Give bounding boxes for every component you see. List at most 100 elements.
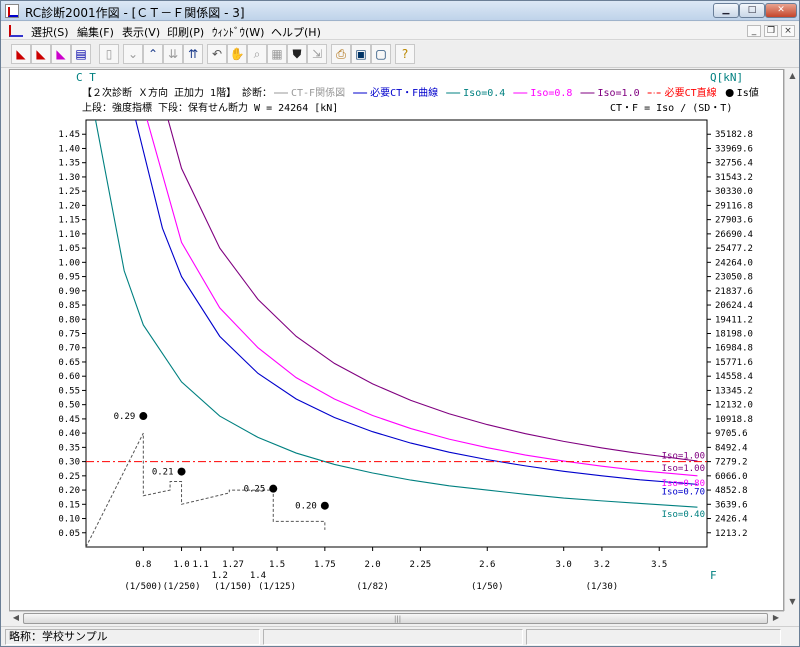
x-tick-label: 3.0 <box>556 560 572 570</box>
q-tick-label: 20624.4 <box>715 301 753 311</box>
chevron-down-icon[interactable]: ⌄ <box>123 44 143 64</box>
is-point-label: 0.20 <box>295 502 317 512</box>
scroll-up-icon[interactable]: ▲ <box>788 71 797 81</box>
mdi-close-button[interactable]: × <box>781 25 795 37</box>
q-tick-label: 35182.8 <box>715 130 753 140</box>
app-icon[interactable] <box>5 4 19 18</box>
chevron-up-icon[interactable]: ⌃ <box>143 44 163 64</box>
q-tick-label: 29116.8 <box>715 201 753 211</box>
q-tick-label: 23050.8 <box>715 273 753 283</box>
maximize-button[interactable]: □ <box>739 3 765 18</box>
q-tick-label: 32756.4 <box>715 159 753 169</box>
x-tick-label: 2.6 <box>479 560 495 570</box>
x-tick-label: 3.2 <box>594 560 610 570</box>
chart-legend: 診断： CT-F関係図 必要CT・F曲線 Iso=0.4 Iso=0.8 Iso=1.0 必… <box>242 86 759 99</box>
q-tick-label: 9705.6 <box>715 429 748 439</box>
menu-view[interactable]: 表示(V) <box>122 24 160 40</box>
double-chevron-down-icon[interactable]: ⇊ <box>163 44 183 64</box>
series-label: Iso=0.70 <box>662 487 705 497</box>
q-tick-label: 30330.0 <box>715 187 753 197</box>
chart-icon-1[interactable]: ◣ <box>11 44 31 64</box>
ct-f-chart: C T Q[kN] F 【２次診断 Ｘ方向 正加力 1階】 上段：強度指標 下段… <box>58 71 759 592</box>
grid-icon[interactable]: ▦ <box>267 44 287 64</box>
chart-formula: CT・F = Iso / (SD・T) <box>610 103 732 114</box>
is-point <box>177 467 186 476</box>
printer-icon[interactable]: ⎙ <box>331 44 351 64</box>
q-tick-label: 14558.4 <box>715 372 753 382</box>
y-tick-label: 0.25 <box>58 472 80 482</box>
status-panel-right <box>526 629 781 645</box>
y-tick-label: 1.25 <box>58 187 80 197</box>
q-tick-label: 1213.2 <box>715 529 748 539</box>
zoom-icon[interactable]: ⌕ <box>247 44 267 64</box>
y-tick-label: 0.40 <box>58 429 80 439</box>
status-project-name: 略称：学校サンプル <box>5 629 260 645</box>
drift-label: (1/125) <box>258 582 296 592</box>
scroll-right-icon[interactable]: ▶ <box>770 613 782 624</box>
q-tick-label: 8492.4 <box>715 443 748 453</box>
plot-frame <box>85 119 708 548</box>
y-tick-label: 0.60 <box>58 372 80 382</box>
y-tick-label: 0.10 <box>58 515 80 525</box>
horizontal-scroll-thumb[interactable]: ||| <box>23 613 768 624</box>
minimize-button[interactable]: ▁ <box>713 3 739 18</box>
dialog-icon[interactable]: ▢ <box>371 44 391 64</box>
page-icon[interactable]: ▯ <box>99 44 119 64</box>
series-line <box>146 120 698 477</box>
vertical-scrollbar[interactable]: ▲ ▼ <box>784 69 799 611</box>
q-tick-label: 10918.8 <box>715 415 753 425</box>
hand-icon[interactable]: ✋ <box>227 44 247 64</box>
x-tick-label: 1.0 <box>173 560 189 570</box>
q-tick-label: 4852.8 <box>715 486 748 496</box>
y-tick-label: 1.15 <box>58 216 80 226</box>
mdi-minimize-button[interactable]: _ <box>747 25 761 37</box>
q-tick-label: 15771.6 <box>715 358 753 368</box>
window-icon[interactable]: ▣ <box>351 44 371 64</box>
y-tick-label: 0.80 <box>58 315 80 325</box>
q-tick-label: 6066.0 <box>715 472 748 482</box>
double-chevron-up-icon[interactable]: ⇈ <box>183 44 203 64</box>
x-sub-label: 1.2 <box>212 571 228 581</box>
undo-icon[interactable]: ↶ <box>207 44 227 64</box>
q-tick-label: 7279.2 <box>715 458 748 468</box>
drift-label: (1/500) <box>124 582 162 592</box>
y-tick-label: 0.75 <box>58 330 80 340</box>
toolbar: ◣ ◣ ◣ ▤ ▯ ⌄ ⌃ ⇊ ⇈ ↶ ✋ ⌕ ▦ ⛊ ⇲ ⎙ ▣ ▢ ? <box>1 41 799 68</box>
grip-icon: ||| <box>394 615 402 623</box>
x-tick-label: 2.0 <box>364 560 380 570</box>
chart-icon-3[interactable]: ◣ <box>51 44 71 64</box>
y-tick-label: 1.05 <box>58 244 80 254</box>
q-tick-label: 25477.2 <box>715 244 753 254</box>
chart-icon-4[interactable]: ▤ <box>71 44 91 64</box>
q-tick-label: 18198.0 <box>715 330 753 340</box>
drift-label: (1/50) <box>471 582 504 592</box>
scroll-down-icon[interactable]: ▼ <box>788 597 797 607</box>
y-tick-label: 1.20 <box>58 201 80 211</box>
is-point <box>139 412 148 421</box>
title-bar[interactable]: RC診断2001作図 - [ＣＴ－Ｆ関係図 - 3] ▁ □ ✕ <box>1 1 799 21</box>
legend-label: Iso=1.0 <box>597 88 639 99</box>
close-button[interactable]: ✕ <box>765 3 797 18</box>
menu-window[interactable]: ｳｨﾝﾄﾞｳ(W) <box>212 24 264 40</box>
horizontal-scrollbar[interactable]: ◀ ||| ▶ <box>9 611 784 625</box>
y-tick-label: 1.30 <box>58 173 80 183</box>
mdi-restore-button[interactable]: ❐ <box>764 25 778 37</box>
chart-header-line2: 上段：強度指標 下段：保有せん断力 W = 24264 [kN] <box>82 101 338 114</box>
scroll-left-icon[interactable]: ◀ <box>10 613 22 624</box>
left-axis-title: C T <box>76 71 96 84</box>
q-tick-label: 27903.6 <box>715 216 753 226</box>
export-icon[interactable]: ⇲ <box>307 44 327 64</box>
menu-help[interactable]: ヘルプ(H) <box>271 24 321 40</box>
q-tick-label: 19411.2 <box>715 315 753 325</box>
shield-icon[interactable]: ⛊ <box>287 44 307 64</box>
x-tick-label: 1.75 <box>314 560 336 570</box>
series-label: Iso=0.80 <box>662 479 705 489</box>
menu-bar: 選択(S) 編集(F) 表示(V) 印刷(P) ｳｨﾝﾄﾞｳ(W) ヘルプ(H)… <box>1 22 799 40</box>
help-icon[interactable]: ? <box>395 44 415 64</box>
menu-print[interactable]: 印刷(P) <box>167 24 204 40</box>
document-icon[interactable] <box>9 25 23 37</box>
menu-edit[interactable]: 編集(F) <box>77 24 114 40</box>
chart-area[interactable]: C T Q[kN] F 【２次診断 Ｘ方向 正加力 1階】 上段：強度指標 下段… <box>9 69 784 611</box>
chart-icon-2[interactable]: ◣ <box>31 44 51 64</box>
menu-select[interactable]: 選択(S) <box>31 24 69 40</box>
